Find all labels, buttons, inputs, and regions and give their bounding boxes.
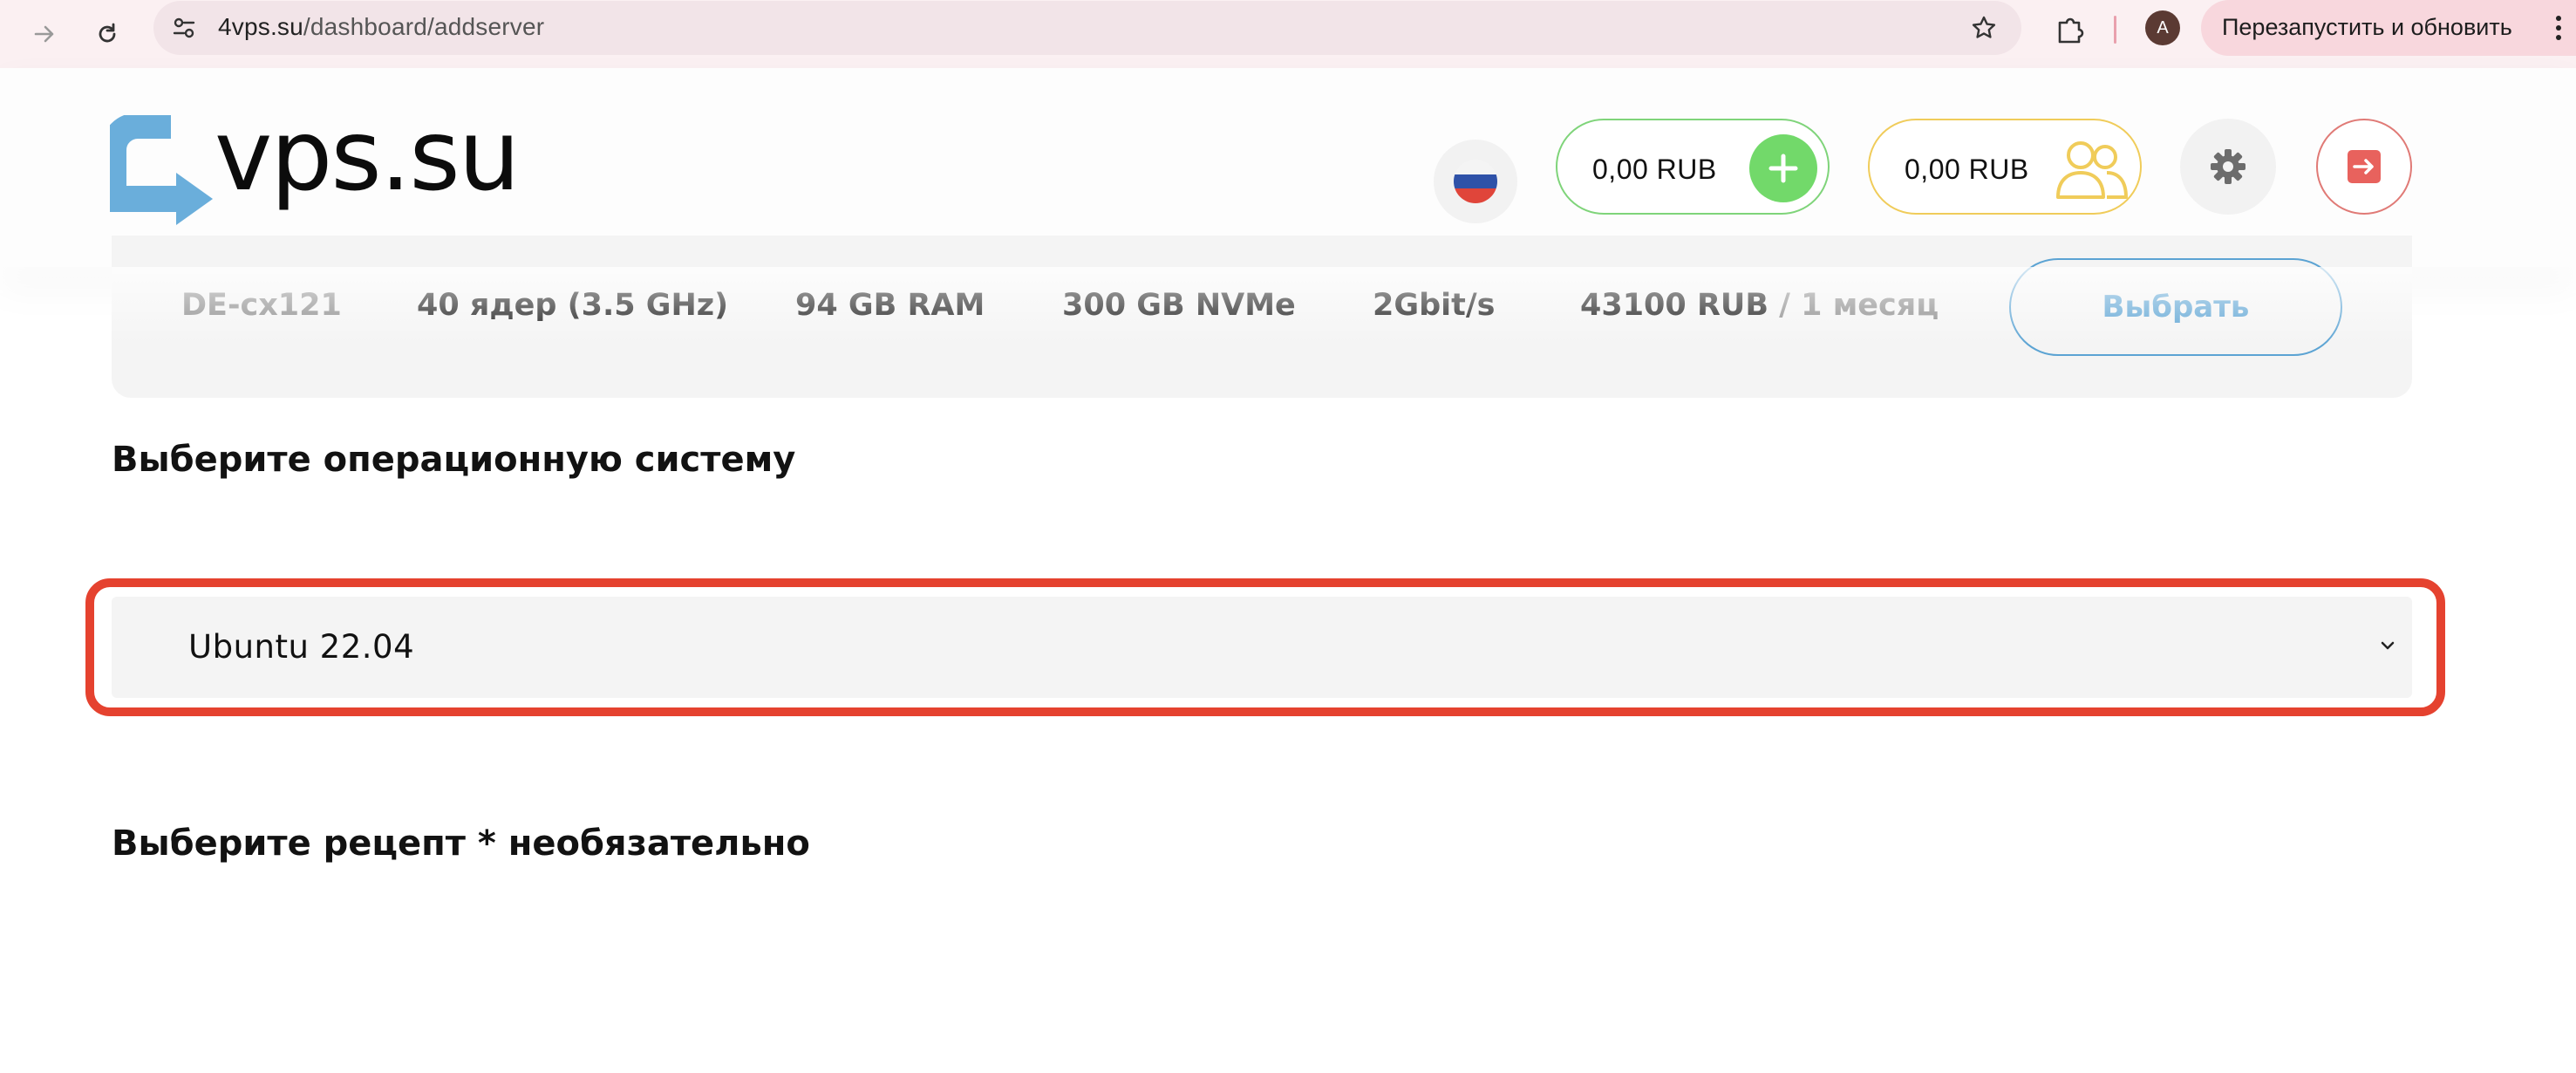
plan-price-value: 43100 RUB: [1580, 288, 1768, 323]
url-text[interactable]: 4vps.su/dashboard/addserver: [218, 13, 544, 41]
settings-button[interactable]: [2180, 119, 2276, 215]
chevron-down-icon: [2381, 641, 2395, 650]
url-path: /dashboard/addserver: [303, 13, 545, 40]
url-host: 4vps.su: [218, 13, 303, 40]
logo-text: vps.su: [215, 99, 521, 213]
os-selected-value: Ubuntu 22.04: [188, 628, 415, 666]
more-menu-icon[interactable]: [2550, 10, 2567, 45]
plan-network: 2Gbit/s: [1373, 288, 1496, 323]
balance-pill[interactable]: 0,00 RUB: [1556, 119, 1830, 215]
plan-name: DE-cx121: [181, 288, 342, 323]
referral-balance-pill[interactable]: 0,00 RUB: [1868, 119, 2142, 215]
logo-arrow-icon: [110, 115, 213, 225]
arrow-right-icon: [34, 25, 54, 43]
plan-cpu: 40 ядер (3.5 GHz): [417, 288, 729, 323]
profile-avatar[interactable]: A: [2145, 10, 2180, 45]
logout-button[interactable]: [2316, 119, 2412, 215]
site-settings-icon[interactable]: [167, 11, 201, 44]
balance-amount: 0,00 RUB: [1592, 154, 1717, 185]
profile-initial: A: [2157, 17, 2169, 38]
selected-plan-row: DE-cx121 40 ядер (3.5 GHz) 94 GB RAM 300…: [112, 236, 2412, 398]
reload-button[interactable]: [82, 9, 133, 59]
extensions-puzzle-icon[interactable]: [2051, 10, 2089, 49]
gear-icon: [2211, 149, 2245, 184]
os-section-title: Выберите операционную систему: [112, 440, 796, 480]
russia-flag-icon: [1454, 160, 1497, 203]
forward-button[interactable]: [19, 9, 70, 59]
site-logo[interactable]: vps.su: [110, 99, 528, 237]
os-select-dropdown[interactable]: Ubuntu 22.04: [112, 597, 2412, 698]
language-switcher[interactable]: [1434, 140, 1517, 223]
logout-icon: [2348, 150, 2381, 183]
plus-icon: [1768, 154, 1798, 183]
restart-update-button[interactable]: Перезапустить и обновить: [2201, 0, 2576, 56]
plan-period: / 1 месяц: [1768, 288, 1939, 323]
top-up-button[interactable]: [1749, 134, 1817, 202]
plan-ram: 94 GB RAM: [795, 288, 985, 323]
referral-balance-amount: 0,00 RUB: [1905, 154, 2029, 185]
referral-users-icon: [2056, 141, 2128, 199]
reload-icon: [99, 23, 116, 43]
recipe-section-title: Выберите рецепт * необязательно: [112, 824, 810, 864]
bookmark-star-icon[interactable]: [1967, 11, 2000, 44]
restart-update-label: Перезапустить и обновить: [2222, 14, 2512, 40]
address-bar[interactable]: 4vps.su/dashboard/addserver: [153, 1, 2021, 55]
plan-disk: 300 GB NVMe: [1062, 288, 1296, 323]
toolbar-divider: [2114, 16, 2116, 44]
plan-price: 43100 RUB / 1 месяц: [1580, 288, 1939, 323]
select-plan-button[interactable]: Выбрать: [2009, 258, 2342, 356]
browser-toolbar: 4vps.su/dashboard/addserver A Перезапуст…: [0, 0, 2576, 69]
